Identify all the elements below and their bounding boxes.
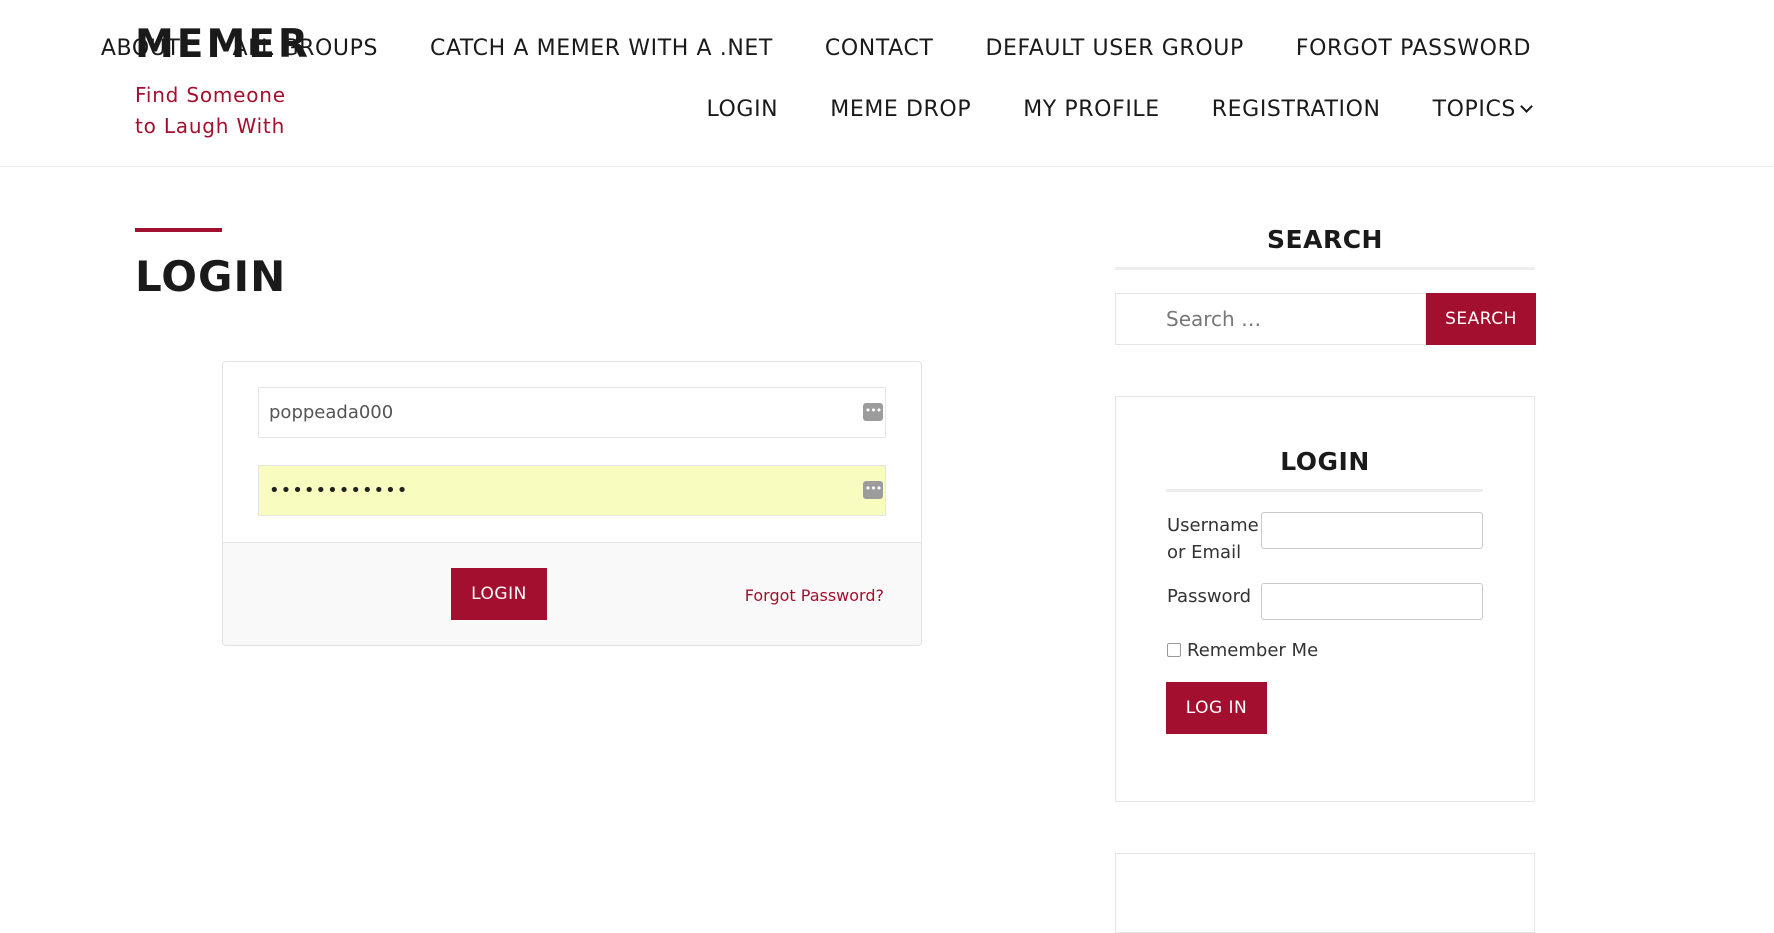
remember-me-checkbox[interactable]	[1167, 643, 1181, 657]
login-form-card: poppeada000 ••• •••••••••••• ••• LOGIN F…	[222, 361, 922, 646]
login-widget-heading-rule	[1166, 489, 1483, 492]
nav-item-about[interactable]: ABOUT	[101, 36, 181, 61]
username-field[interactable]: poppeada000 •••	[258, 387, 886, 438]
nav-item-contact[interactable]: CONTACT	[825, 36, 934, 61]
login-widget-heading: LOGIN	[1280, 447, 1370, 476]
search-widget-heading: SEARCH	[1267, 225, 1383, 254]
nav-item-meme-drop[interactable]: MEME DROP	[830, 97, 971, 122]
widget-log-in-button[interactable]: LOG IN	[1166, 682, 1267, 734]
username-value: poppeada000	[269, 402, 394, 423]
nav-item-topics-label: TOPICS	[1432, 97, 1516, 122]
site-header: MEMER Find Someone to Laugh With ABOUT A…	[0, 0, 1774, 167]
search-heading-rule	[1115, 267, 1535, 270]
password-value: ••••••••••••	[269, 480, 409, 501]
widget-username-input[interactable]	[1261, 512, 1483, 549]
primary-nav-row-2: LOGIN MEME DROP MY PROFILE REGISTRATION …	[706, 97, 1533, 122]
nav-item-default-user-group[interactable]: DEFAULT USER GROUP	[985, 36, 1243, 61]
site-tagline: Find Someone to Laugh With	[135, 83, 286, 138]
search-button[interactable]: SEARCH	[1426, 293, 1536, 345]
forgot-password-link[interactable]: Forgot Password?	[745, 586, 884, 605]
nav-item-login[interactable]: LOGIN	[706, 97, 778, 122]
password-field[interactable]: •••••••••••• •••	[258, 465, 886, 516]
nav-item-catch-a-memer[interactable]: CATCH A MEMER WITH A .NET	[430, 36, 773, 61]
password-manager-icon[interactable]: •••	[863, 481, 883, 499]
username-label: Username or Email	[1167, 515, 1259, 563]
sidebar-widget	[1115, 853, 1535, 933]
nav-item-my-profile[interactable]: MY PROFILE	[1023, 97, 1160, 122]
password-manager-icon[interactable]: •••	[863, 403, 883, 421]
nav-item-forgot-password[interactable]: FORGOT PASSWORD	[1296, 36, 1531, 61]
title-accent-rule	[135, 228, 222, 232]
nav-item-all-groups[interactable]: ALL GROUPS	[232, 36, 378, 61]
remember-me-label[interactable]: Remember Me	[1187, 637, 1318, 664]
chevron-down-icon[interactable]	[1520, 100, 1533, 113]
nav-item-topics[interactable]: TOPICS	[1432, 97, 1533, 122]
password-label: Password	[1167, 586, 1252, 607]
login-form-footer: LOGIN Forgot Password?	[223, 542, 921, 645]
search-input[interactable]: Search …	[1115, 293, 1426, 345]
page-title: LOGIN	[135, 252, 287, 301]
widget-password-input[interactable]	[1261, 583, 1483, 620]
nav-item-registration[interactable]: REGISTRATION	[1212, 97, 1381, 122]
primary-nav-row-1: ABOUT ALL GROUPS CATCH A MEMER WITH A .N…	[101, 36, 1531, 61]
login-button[interactable]: LOGIN	[451, 568, 547, 620]
